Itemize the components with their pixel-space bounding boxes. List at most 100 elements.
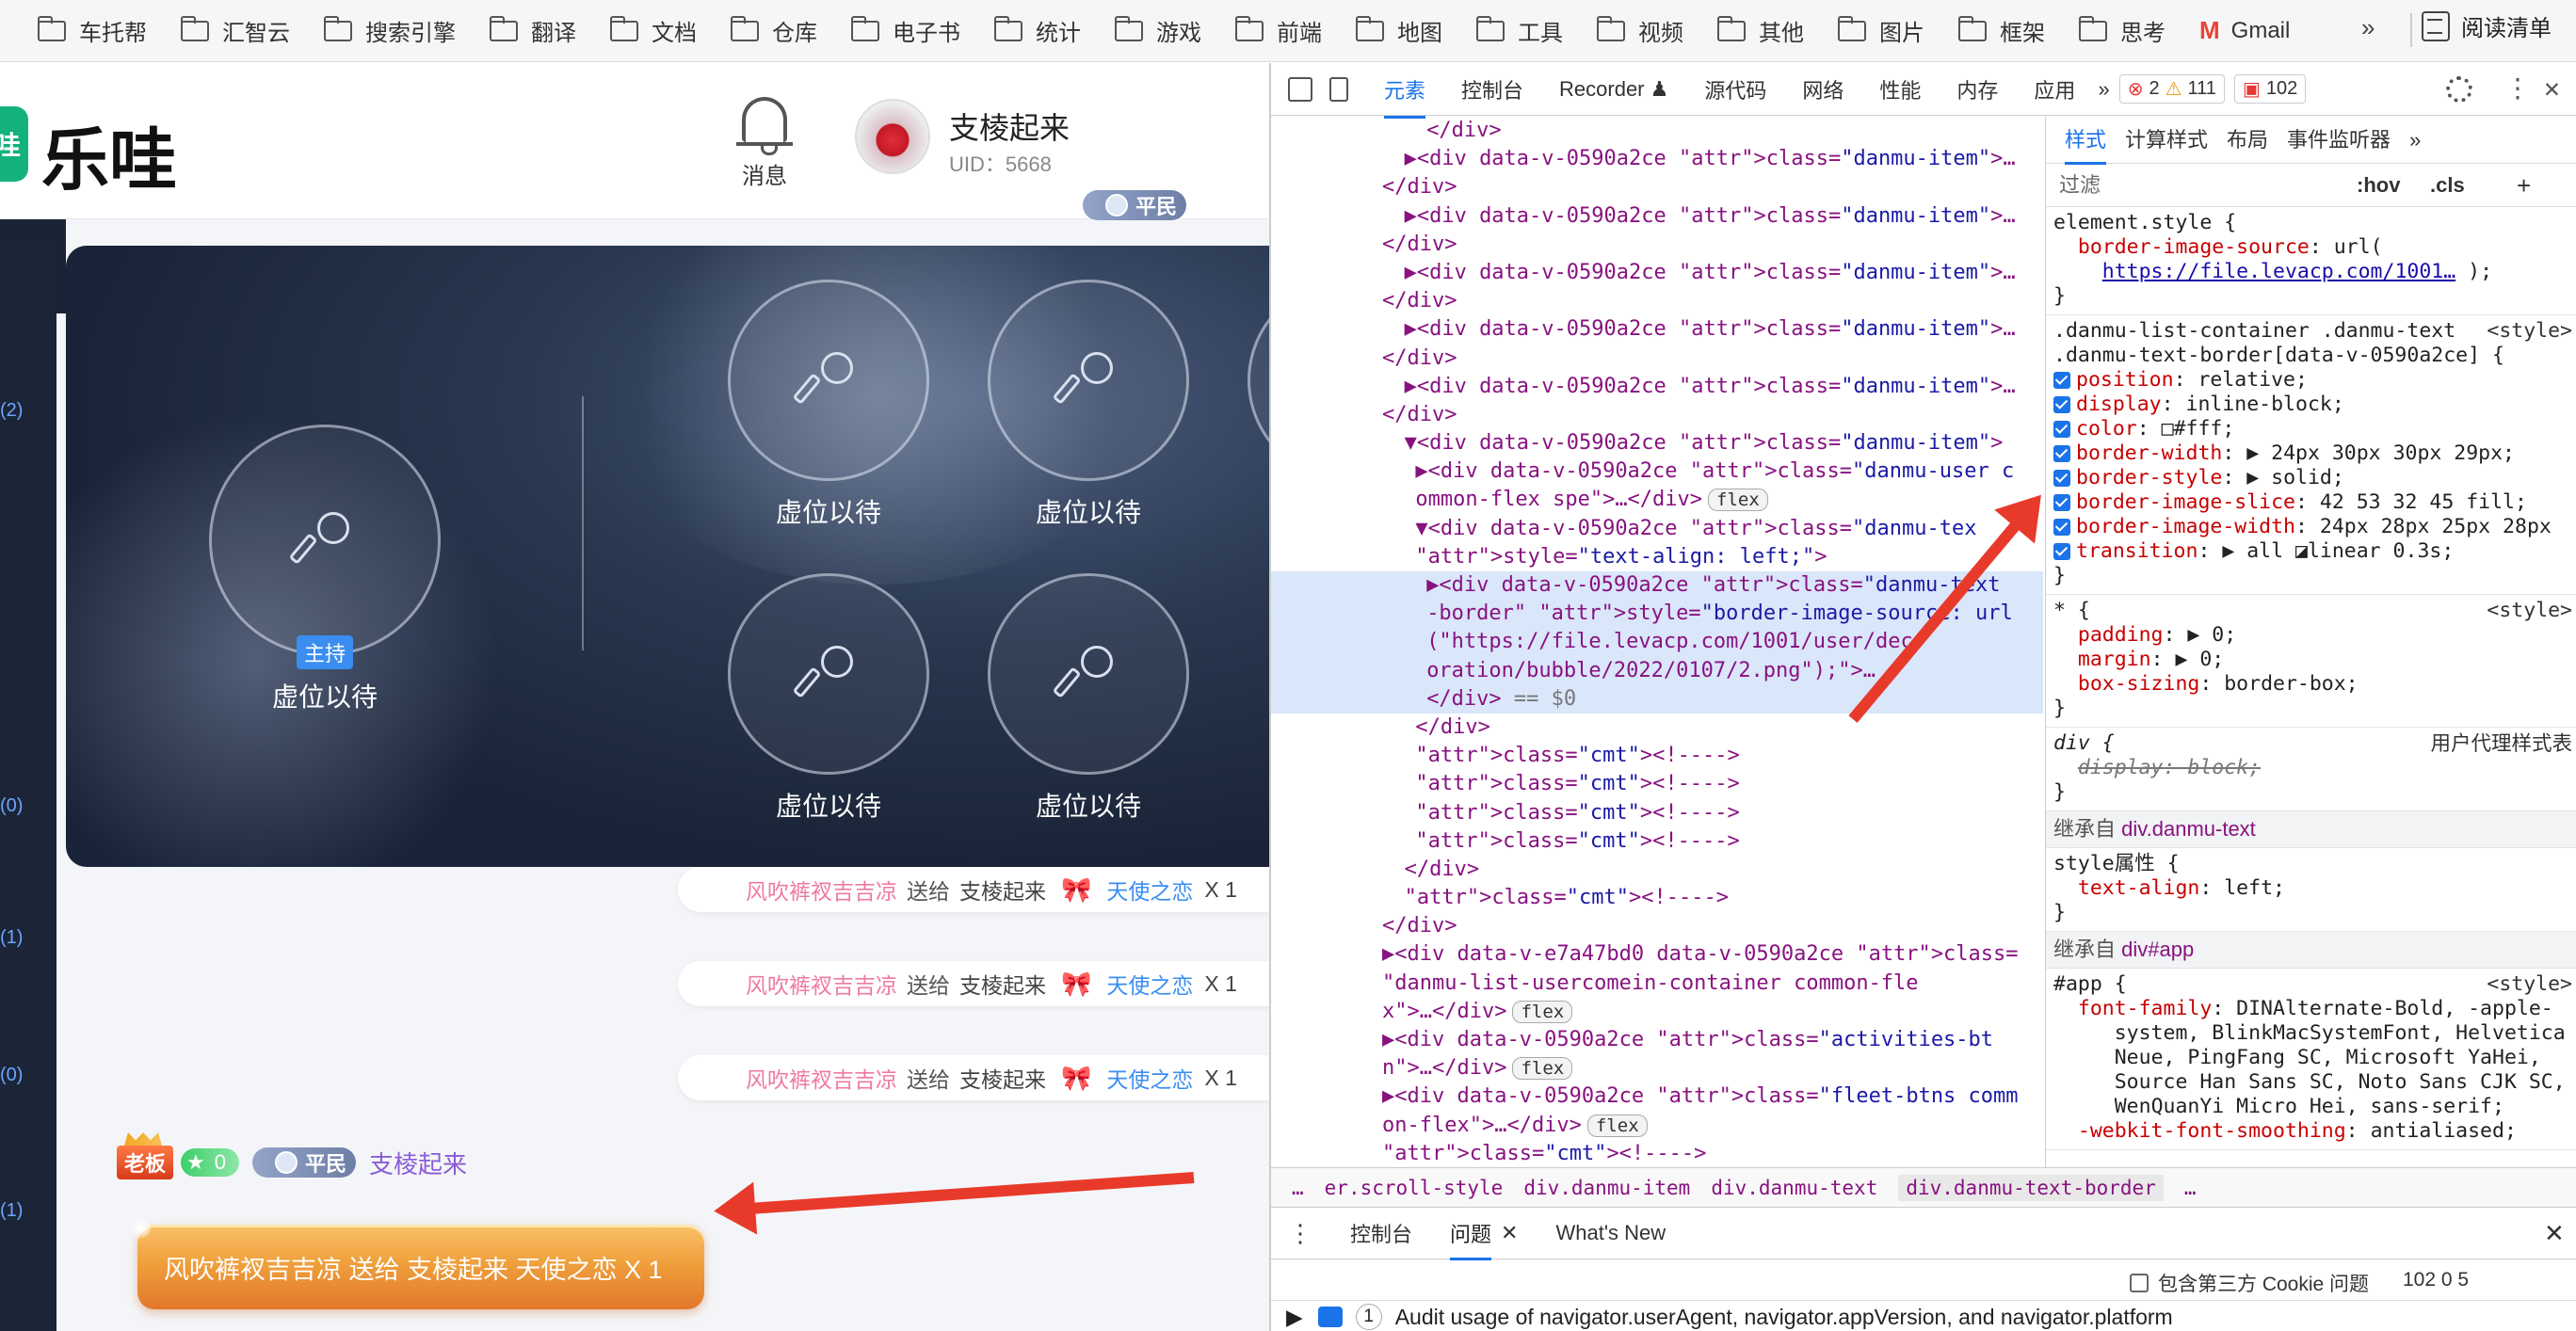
- left-count[interactable]: (1): [0, 927, 23, 949]
- breadcrumb[interactable]: div.danmu-text: [1711, 1177, 1877, 1199]
- dom-node-line[interactable]: </div> == $0: [1271, 684, 2043, 714]
- tab-event-listeners[interactable]: 事件监听器: [2287, 128, 2391, 152]
- dom-node-line[interactable]: on-flex">…</div> flex: [1271, 1112, 2043, 1140]
- dom-node-line[interactable]: "attr">class="cmt"><!---->: [1271, 742, 2043, 770]
- breadcrumb[interactable]: div.danmu-text-border: [1898, 1174, 2164, 1201]
- drawer-tab-whats-new[interactable]: What's New: [1555, 1221, 1666, 1245]
- guest-seat[interactable]: [1245, 280, 1269, 481]
- flex-badge[interactable]: flex: [1512, 1057, 1573, 1081]
- bookmark-folder[interactable]: 框架: [1957, 10, 2045, 52]
- tab-application[interactable]: 应用: [2034, 74, 2075, 104]
- close-tab-icon[interactable]: ✕: [1501, 1221, 1518, 1245]
- css-declaration[interactable]: border-width: ▶ 24px 30px 30px 29px;: [2053, 441, 2572, 466]
- guest-seat[interactable]: 虚位以待: [725, 280, 932, 530]
- css-declaration[interactable]: color: □#fff;: [2053, 417, 2572, 441]
- expand-icon[interactable]: ▶: [1286, 1305, 1303, 1330]
- dom-node-line[interactable]: "danmu-list-usercomein-container common-…: [1271, 970, 2043, 998]
- dom-node-line[interactable]: </div>: [1271, 856, 2043, 884]
- hov-toggle[interactable]: :hov: [2357, 173, 2400, 198]
- bookmark-folder[interactable]: 视频: [1596, 10, 1683, 52]
- messages-button[interactable]: 消息: [731, 97, 798, 190]
- drawer-tab-console[interactable]: 控制台: [1350, 1218, 1412, 1248]
- css-declaration[interactable]: border-image-width: 24px 28px 25px 28px: [2053, 515, 2572, 539]
- tab-recorder[interactable]: Recorder ♟: [1559, 77, 1668, 102]
- bookmark-gmail[interactable]: M Gmail: [2199, 10, 2290, 52]
- close-drawer-icon[interactable]: ✕: [2544, 1219, 2565, 1248]
- tab-memory[interactable]: 内存: [1956, 74, 1998, 104]
- guest-seat[interactable]: 虚位以待: [725, 573, 932, 824]
- dom-node-line[interactable]: </div>: [1271, 912, 2043, 940]
- bookmark-folder[interactable]: 汇智云: [180, 10, 290, 52]
- checkbox[interactable]: [2053, 421, 2070, 438]
- dom-node-line[interactable]: "attr">class="cmt"><!---->: [1271, 1140, 2043, 1167]
- dom-node-line[interactable]: ▶<div data-v-0590a2ce "attr">class="danm…: [1271, 259, 2043, 287]
- tab-network[interactable]: 网络: [1802, 74, 1843, 104]
- issue-item[interactable]: ▶ 1 Audit usage of navigator.userAgent, …: [1271, 1302, 2576, 1331]
- tab-console[interactable]: 控制台: [1461, 74, 1523, 104]
- bookmark-folder[interactable]: 工具: [1475, 10, 1563, 52]
- bookmark-folder[interactable]: 车托帮: [37, 10, 147, 52]
- dom-node-line[interactable]: ▼<div data-v-0590a2ce "attr">class="danm…: [1271, 515, 2043, 543]
- checkbox[interactable]: [2130, 1274, 2149, 1292]
- bookmark-folder[interactable]: 翻译: [489, 10, 576, 52]
- bookmarks-more-button[interactable]: »: [2361, 13, 2375, 42]
- more-tabs-button[interactable]: »: [2409, 128, 2421, 152]
- checkbox[interactable]: [2053, 470, 2070, 487]
- checkbox[interactable]: [2053, 445, 2070, 462]
- dom-node-line[interactable]: </div>: [1271, 287, 2043, 315]
- error-warning-badge[interactable]: ⊗ 2 ⚠ 111: [2118, 74, 2225, 104]
- inspect-element-icon[interactable]: [1288, 76, 1312, 102]
- dom-node-line[interactable]: n">…</div> flex: [1271, 1054, 2043, 1082]
- issues-badge[interactable]: ▣ 102: [2233, 74, 2307, 104]
- breadcrumb[interactable]: er.scroll-style: [1325, 1177, 1504, 1199]
- host-seat[interactable]: 主持 虚位以待: [207, 425, 443, 714]
- dom-node-line[interactable]: ▶<div data-v-0590a2ce "attr">class="danm…: [1271, 457, 2043, 486]
- new-rule-icon[interactable]: +: [2517, 173, 2531, 198]
- dom-node-line[interactable]: oration/bubble/2022/0107/2.png");">…: [1271, 656, 2043, 685]
- tab-performance[interactable]: 性能: [1879, 74, 1921, 104]
- dom-node-line[interactable]: ommon-flex spe">…</div> flex: [1271, 486, 2043, 514]
- tab-layout[interactable]: 布局: [2227, 128, 2268, 152]
- dom-node-line[interactable]: ▶<div data-v-0590a2ce "attr">class="flee…: [1271, 1082, 2043, 1111]
- stylesheet-source[interactable]: <style>: [2487, 599, 2572, 623]
- left-count[interactable]: (1): [0, 1200, 23, 1222]
- third-party-cookie-checkbox[interactable]: 包含第三方 Cookie 问题: [2130, 1269, 2369, 1297]
- device-toolbar-icon[interactable]: [1329, 76, 1348, 102]
- bookmark-folder[interactable]: 其他: [1716, 10, 1804, 52]
- dom-node-line[interactable]: "attr">style="text-align: left;">: [1271, 543, 2043, 571]
- dom-node-line[interactable]: </div>: [1271, 401, 2043, 429]
- dom-node-line[interactable]: </div>: [1271, 345, 2043, 373]
- checkbox[interactable]: [2053, 396, 2070, 413]
- bookmark-folder[interactable]: 仓库: [730, 10, 817, 52]
- css-declaration[interactable]: display: inline-block;: [2053, 393, 2572, 417]
- drawer-tab-issues[interactable]: 问题: [1450, 1218, 1492, 1260]
- bookmark-folder[interactable]: 游戏: [1114, 10, 1201, 52]
- checkbox[interactable]: [2053, 543, 2070, 560]
- left-count[interactable]: (0): [0, 795, 23, 817]
- dom-node-line[interactable]: </div>: [1271, 117, 2043, 145]
- stylesheet-source[interactable]: <style>: [2487, 972, 2572, 997]
- checkbox[interactable]: [2053, 372, 2070, 389]
- css-declaration[interactable]: position: relative;: [2053, 368, 2572, 393]
- css-declaration[interactable]: border-style: ▶ solid;: [2053, 466, 2572, 490]
- reading-list-button[interactable]: 阅读清单: [2422, 9, 2552, 42]
- tab-sources[interactable]: 源代码: [1704, 74, 1766, 104]
- dom-node-line[interactable]: </div>: [1271, 231, 2043, 259]
- image-url-link[interactable]: https://file.levacp.com/1001…: [2102, 260, 2455, 283]
- dom-node-line[interactable]: ▶<div data-v-0590a2ce "attr">class="danm…: [1271, 145, 2043, 173]
- flex-badge[interactable]: flex: [1586, 1114, 1648, 1137]
- more-tabs-button[interactable]: »: [2098, 77, 2109, 102]
- tab-styles[interactable]: 样式: [2065, 128, 2107, 165]
- dom-node-line[interactable]: </div>: [1271, 714, 2043, 742]
- close-devtools-icon[interactable]: ✕: [2544, 72, 2560, 104]
- bookmark-folder[interactable]: 统计: [993, 10, 1081, 52]
- checkbox[interactable]: [2053, 519, 2070, 536]
- bookmark-folder[interactable]: 思考: [2078, 10, 2165, 52]
- dom-node-line[interactable]: x">…</div> flex: [1271, 998, 2043, 1026]
- dom-node-line[interactable]: "attr">class="cmt"><!---->: [1271, 770, 2043, 798]
- dom-node-line[interactable]: "attr">class="cmt"><!---->: [1271, 827, 2043, 856]
- cls-toggle[interactable]: .cls: [2430, 173, 2465, 198]
- dom-node-line[interactable]: "attr">class="cmt"><!---->: [1271, 884, 2043, 912]
- css-declaration[interactable]: border-image-slice: 42 53 32 45 fill;: [2053, 490, 2572, 515]
- more-options-icon[interactable]: ⋮: [2504, 72, 2531, 104]
